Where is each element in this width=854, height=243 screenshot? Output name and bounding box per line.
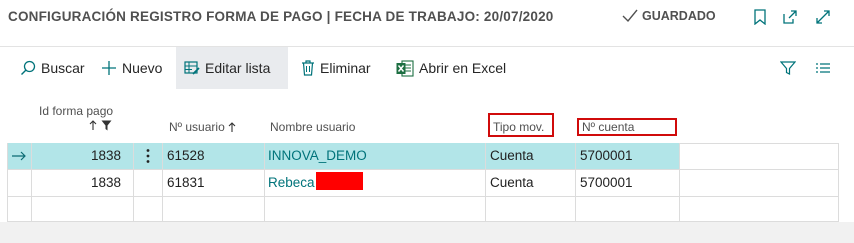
user-no-cell: 61528 bbox=[167, 148, 205, 163]
action-bar: Buscar Nuevo Editar lista Eliminar Abrir… bbox=[0, 46, 854, 89]
payment-id-cell: 1838 bbox=[90, 148, 121, 163]
column-header-account-no[interactable]: Nº cuenta bbox=[582, 120, 634, 134]
table-row[interactable]: 1838 61831 Rebeca Cuenta 5700001 bbox=[7, 170, 839, 196]
open-excel-label: Abrir en Excel bbox=[419, 60, 507, 76]
saved-label: GUARDADO bbox=[642, 9, 716, 23]
edit-list-icon bbox=[184, 61, 200, 75]
filter-applied-icon bbox=[101, 120, 112, 131]
sort-ascending-icon bbox=[89, 120, 97, 130]
row-menu-icon[interactable] bbox=[143, 143, 153, 169]
payment-id-cell: 1838 bbox=[90, 175, 121, 190]
page-header: CONFIGURACIÓN REGISTRO FORMA DE PAGO | F… bbox=[0, 0, 854, 40]
mov-type-cell: Cuenta bbox=[490, 175, 534, 190]
delete-button[interactable]: Eliminar bbox=[293, 47, 379, 89]
plus-icon bbox=[102, 61, 116, 75]
saved-status: GUARDADO bbox=[622, 9, 716, 23]
user-name-cell: Rebeca bbox=[268, 170, 363, 196]
table-divider bbox=[7, 169, 839, 170]
column-divider bbox=[133, 143, 134, 221]
column-divider bbox=[838, 143, 839, 221]
column-header-user-no[interactable]: Nº usuario bbox=[169, 120, 236, 134]
list-view-button[interactable] bbox=[807, 47, 839, 89]
open-excel-button[interactable]: Abrir en Excel bbox=[388, 47, 514, 89]
filter-icon bbox=[780, 61, 796, 75]
mov-type-cell: Cuenta bbox=[490, 148, 534, 163]
column-header-payment-id[interactable]: Id forma pago bbox=[39, 104, 113, 118]
check-icon bbox=[622, 9, 638, 23]
account-no-cell: 5700001 bbox=[580, 175, 633, 190]
column-header-mov-type[interactable]: Tipo mov. bbox=[493, 120, 544, 134]
delete-label: Eliminar bbox=[320, 60, 371, 76]
table-row[interactable] bbox=[7, 197, 839, 223]
page-footer-area bbox=[0, 222, 854, 243]
column-divider bbox=[31, 143, 32, 221]
bookmark-icon[interactable] bbox=[751, 8, 769, 26]
filter-button[interactable] bbox=[772, 47, 804, 89]
payment-id-sort-indicators bbox=[89, 120, 112, 131]
table-divider bbox=[7, 196, 839, 197]
column-divider bbox=[264, 143, 265, 221]
column-divider bbox=[575, 143, 576, 221]
redaction-block bbox=[315, 172, 363, 190]
search-label: Buscar bbox=[41, 60, 85, 76]
column-divider bbox=[679, 143, 680, 221]
user-no-header-label: Nº usuario bbox=[169, 120, 225, 134]
excel-icon bbox=[396, 59, 414, 77]
column-divider bbox=[7, 143, 8, 221]
page-title: CONFIGURACIÓN REGISTRO FORMA DE PAGO | F… bbox=[8, 9, 554, 24]
search-icon bbox=[21, 60, 36, 75]
user-name-link[interactable]: INNOVA_DEMO bbox=[268, 143, 367, 169]
user-name-link[interactable]: Rebeca bbox=[268, 175, 315, 190]
edit-list-button[interactable]: Editar lista bbox=[176, 47, 288, 89]
user-no-cell: 61831 bbox=[167, 175, 205, 190]
list-view-icon bbox=[816, 63, 830, 73]
new-button[interactable]: Nuevo bbox=[93, 47, 170, 89]
open-new-window-icon[interactable] bbox=[781, 8, 799, 26]
expand-icon[interactable] bbox=[814, 8, 832, 26]
sort-ascending-icon bbox=[228, 121, 236, 132]
account-no-cell: 5700001 bbox=[580, 148, 633, 163]
search-button[interactable]: Buscar bbox=[12, 47, 93, 89]
column-divider bbox=[162, 143, 163, 221]
trash-icon bbox=[302, 60, 314, 76]
column-divider bbox=[485, 143, 486, 221]
row-selected-arrow-icon bbox=[11, 143, 31, 169]
new-label: Nuevo bbox=[122, 60, 163, 76]
edit-list-label: Editar lista bbox=[205, 60, 271, 76]
column-header-user-name[interactable]: Nombre usuario bbox=[270, 120, 355, 134]
table-row[interactable]: 1838 61528 INNOVA_DEMO Cuenta 5700001 bbox=[7, 143, 680, 169]
